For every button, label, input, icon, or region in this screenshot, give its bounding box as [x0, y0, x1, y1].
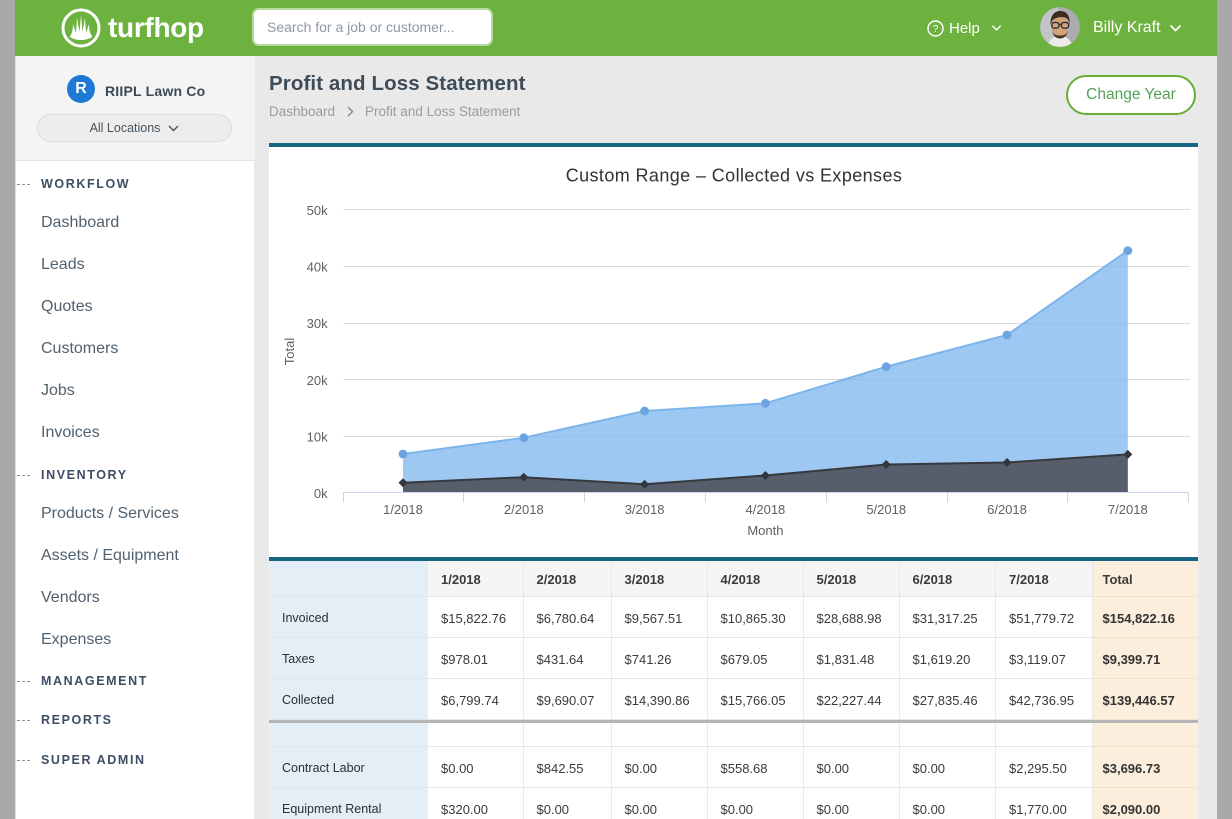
svg-text:20k: 20k [307, 373, 328, 388]
svg-text:5/2018: 5/2018 [866, 502, 906, 517]
svg-text:6/2018: 6/2018 [987, 502, 1027, 517]
svg-text:Custom Range – Collected vs Ex: Custom Range – Collected vs Expenses [566, 166, 903, 186]
svg-text:30k: 30k [307, 316, 328, 331]
svg-text:7/2018: 7/2018 [1108, 502, 1148, 517]
svg-text:1/2018: 1/2018 [383, 502, 423, 517]
svg-text:3/2018: 3/2018 [625, 502, 665, 517]
svg-text:40k: 40k [307, 260, 328, 275]
svg-text:0k: 0k [314, 486, 328, 501]
svg-text:4/2018: 4/2018 [746, 502, 786, 517]
svg-text:Total: Total [282, 338, 297, 366]
svg-text:50k: 50k [307, 203, 328, 218]
svg-text:10k: 10k [307, 429, 328, 444]
svg-text:?: ? [933, 23, 939, 35]
svg-text:Month: Month [747, 523, 783, 538]
svg-text:2/2018: 2/2018 [504, 502, 544, 517]
